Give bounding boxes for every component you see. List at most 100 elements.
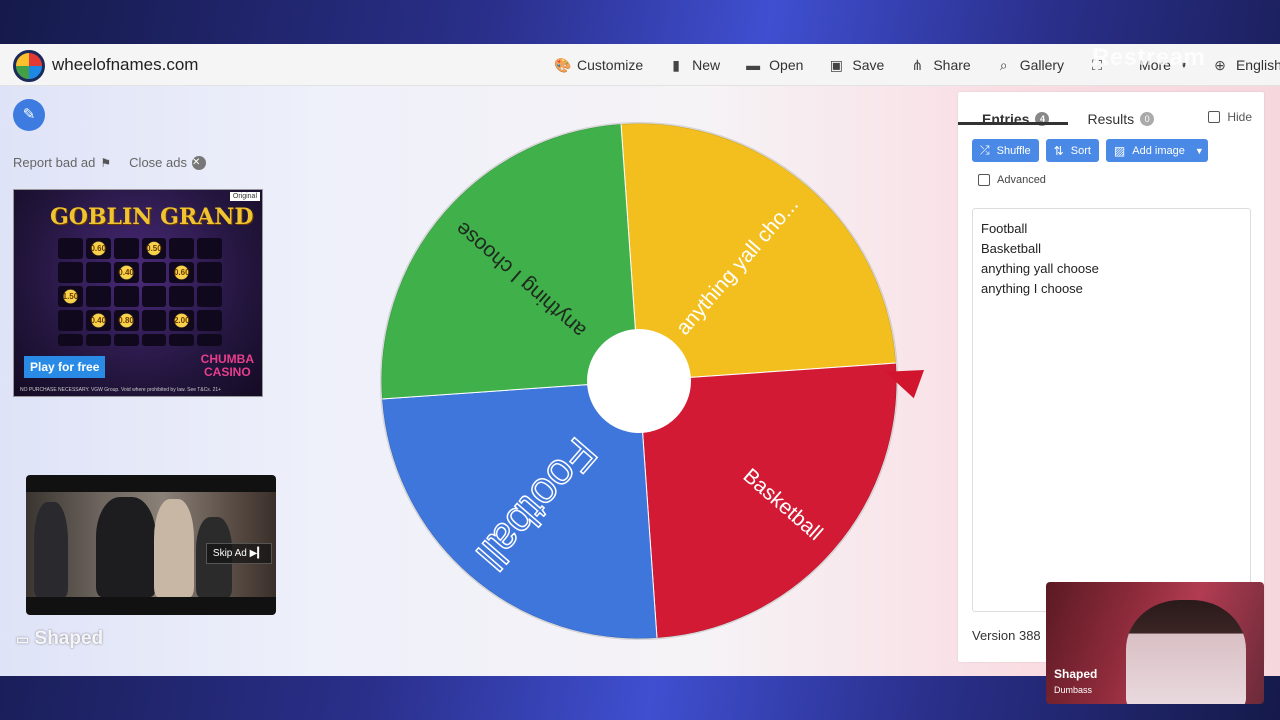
menu-label: Open [769, 57, 804, 73]
shuffle-button[interactable]: ⤮ Shuffle [972, 139, 1039, 162]
ad-title: GOBLIN GRAND [50, 204, 254, 230]
video-person [96, 497, 156, 597]
wheel-svg[interactable]: anything yall cho...BasketballFootballan… [378, 120, 900, 642]
slot-cell [58, 262, 83, 283]
entry-line: anything I choose [981, 281, 1083, 296]
site-title[interactable]: wheelofnames.com [52, 55, 198, 75]
video-person [154, 499, 194, 597]
banner-ad[interactable]: Original GOBLIN GRAND 0.60 0.50 0.40 0.60 1.… [13, 189, 263, 397]
wheel-logo-icon[interactable] [13, 50, 45, 82]
slot-cell [197, 334, 222, 346]
slot-cell: 0.40 [85, 310, 111, 331]
close-ads-label: Close ads [129, 155, 187, 170]
file-icon: ▮ [672, 56, 680, 73]
video-person [34, 502, 68, 597]
wheel[interactable]: anything yall cho... Basketball Football an… [378, 120, 900, 642]
sort-button[interactable]: ⇅ Sort [1045, 139, 1099, 162]
language-label: English [1235, 57, 1280, 73]
chevron-down-icon[interactable]: ▼ [1195, 146, 1204, 156]
flag-icon: ⚑ [100, 155, 112, 170]
skip-next-icon: ▶▎ [249, 548, 265, 559]
slot-cell [141, 334, 167, 346]
tab-results[interactable]: Results 0 [1087, 102, 1155, 136]
menu-save[interactable]: ▣ Save [829, 56, 885, 74]
slot-cell [197, 238, 222, 259]
palette-icon: 🎨 [554, 56, 572, 73]
entry-line: Football [981, 221, 1028, 236]
report-bad-ad-link[interactable]: Report bad ad ⚑ [13, 155, 111, 170]
video-ad[interactable]: Skip Ad ▶▎ [26, 475, 276, 615]
language-selector[interactable]: ⊕ English [1213, 57, 1280, 74]
active-tab-indicator [958, 122, 1068, 125]
webcam-name: Shaped [1054, 667, 1098, 681]
slot-cell: 0.40 [113, 262, 139, 283]
advanced-toggle[interactable]: Advanced [978, 174, 1046, 186]
slot-cell: 0.50 [141, 238, 167, 259]
entry-line: anything yall choose [981, 261, 1099, 276]
slot-cell [58, 334, 83, 346]
slot-cell: 0.60 [85, 238, 111, 259]
menu-open[interactable]: ▬ Open [746, 57, 803, 73]
add-image-button[interactable]: ▨ Add image ▼ [1105, 139, 1208, 162]
floppy-icon: ▣ [829, 56, 844, 73]
close-ads-link[interactable]: Close ads ✕ [129, 155, 206, 170]
menu-label: Customize [577, 57, 644, 73]
skip-ad-button[interactable]: Skip Ad ▶▎ [205, 543, 272, 564]
menu-label: New [692, 57, 721, 73]
slot-cell: 0.80 [113, 310, 139, 331]
webcam-overlay: Shaped Dumbass [1046, 582, 1264, 704]
hide-checkbox[interactable] [1208, 111, 1221, 123]
share-icon: ⋔ [911, 56, 924, 73]
edit-pencil-button[interactable]: ✎ [13, 99, 45, 131]
slot-cell [85, 286, 111, 307]
sort-icon: ⇅ [1053, 143, 1064, 158]
slot-cell: 1.50 [58, 286, 83, 307]
shuffle-label: Shuffle [996, 144, 1031, 157]
slot-cell: 0.60 [169, 262, 195, 283]
advanced-label: Advanced [997, 174, 1046, 186]
tab-entries[interactable]: Entries 4 [982, 102, 1050, 136]
slot-cell [169, 286, 195, 307]
slot-cell [113, 286, 139, 307]
version-label: Version 388 [972, 628, 1041, 643]
advanced-checkbox[interactable] [978, 174, 990, 186]
ad-controls: Report bad ad ⚑ Close ads ✕ [13, 155, 206, 170]
webcam-person [1126, 600, 1246, 704]
globe-icon: ⊕ [1214, 56, 1226, 73]
slot-cell [169, 334, 195, 346]
shuffle-icon: ⤮ [980, 143, 990, 157]
entry-line: Basketball [981, 241, 1041, 256]
menu-new[interactable]: ▮ New [669, 57, 720, 74]
wheel-center-hub[interactable] [587, 329, 691, 433]
menu-label: Share [933, 57, 971, 73]
search-icon: ⌕ [999, 56, 1008, 73]
webcam-subtitle: Dumbass [1054, 685, 1093, 695]
image-icon: ▨ [1113, 143, 1126, 158]
report-ad-label: Report bad ad [13, 155, 96, 170]
menu-customize[interactable]: 🎨 Customize [554, 57, 643, 74]
ad-fine-print: NO PURCHASE NECESSARY. VGW Group. Void w… [20, 387, 222, 393]
sort-label: Sort [1070, 144, 1091, 157]
count-badge: 0 [1140, 112, 1155, 126]
slot-cell [141, 310, 167, 331]
slot-cell: 2.00 [169, 310, 195, 331]
slot-cell [197, 310, 222, 331]
monitor-icon: ▭ [16, 631, 30, 647]
hide-toggle[interactable]: Hide [1208, 110, 1252, 124]
slot-cell [85, 334, 111, 346]
ad-cta-button[interactable]: Play for free [24, 356, 106, 378]
slot-cell [85, 262, 111, 283]
ad-brand: CHUMBA CASINO [201, 353, 254, 379]
ad-choices-tag[interactable]: Original [229, 192, 260, 201]
menu-gallery[interactable]: ⌕ Gallery [997, 57, 1064, 74]
menu-share[interactable]: ⋔ Share [910, 57, 970, 74]
pencil-icon: ✎ [22, 106, 36, 123]
entry-actions: ⤮ Shuffle ⇅ Sort ▨ Add image ▼ [972, 139, 1215, 162]
restream-watermark: Restream [1092, 44, 1206, 71]
slot-cell [141, 262, 167, 283]
entries-textarea[interactable]: Football Basketball anything yall choose… [972, 208, 1251, 612]
slot-cell [197, 262, 222, 283]
skip-ad-label: Skip Ad [212, 548, 247, 559]
add-image-label: Add image [1132, 144, 1185, 157]
folder-icon: ▬ [746, 57, 761, 73]
